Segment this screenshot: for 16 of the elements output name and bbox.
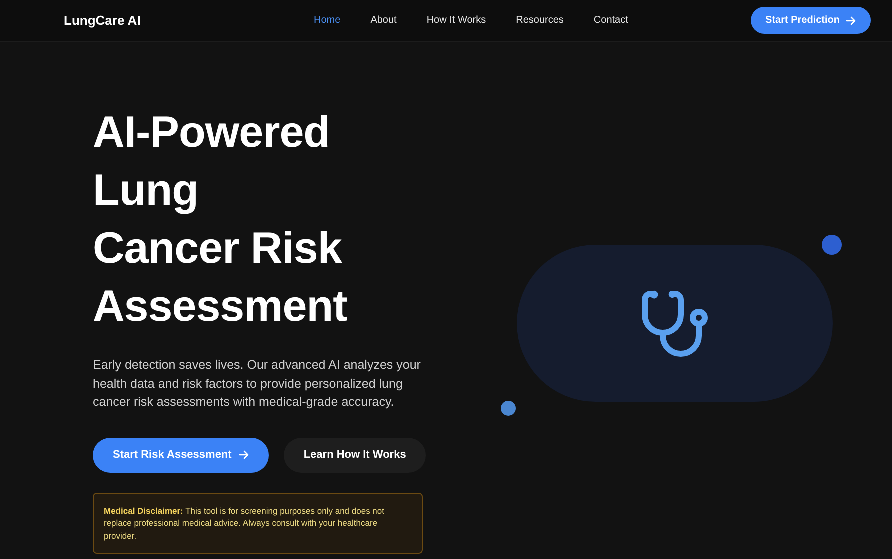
medical-disclaimer: Medical Disclaimer: This tool is for screening purposes only and does not replace professional medical advice. Always consult with your healthcare provider.	[93, 492, 423, 554]
decorative-dot	[501, 401, 516, 416]
nav-link[interactable]: About	[370, 15, 397, 26]
hero-description: Early detection saves lives. Our advanced AI analyzes your health data and risk factors to provide personalized lung cancer risk assessments with medical-grade accuracy.	[93, 357, 422, 411]
hero-title: AI-Powered Lung Cancer Risk Assessment	[93, 107, 348, 333]
start-prediction-button[interactable]: Start Prediction	[750, 7, 871, 34]
arrow-right-icon	[238, 450, 249, 460]
nav-link[interactable]: Contact	[594, 15, 628, 26]
nav-link[interactable]: How It Works	[426, 15, 486, 26]
start-assessment-button[interactable]: Start Risk Assessment	[93, 438, 269, 472]
arrow-right-icon	[846, 16, 856, 26]
nav-link[interactable]: Resources	[516, 15, 564, 26]
learn-how-button[interactable]: Learn How It Works	[284, 438, 426, 472]
logo-text[interactable]: LungCare AI	[64, 13, 314, 28]
nav-link[interactable]: Home	[314, 15, 341, 26]
decorative-dot	[822, 235, 842, 255]
